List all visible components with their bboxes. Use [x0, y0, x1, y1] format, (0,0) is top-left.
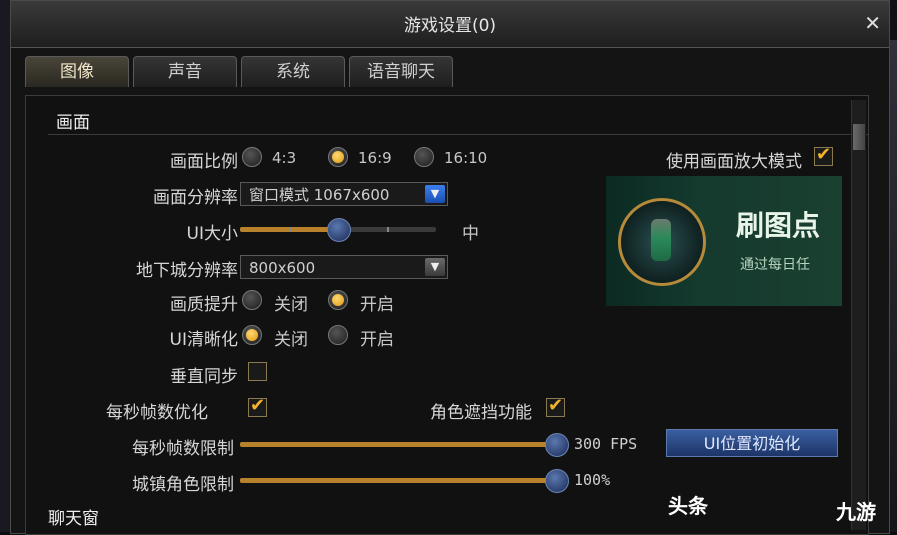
fps-limit-slider-thumb[interactable] [545, 433, 569, 457]
slider-tick [289, 227, 291, 232]
section-title-display: 画面 [56, 113, 90, 133]
watermark-right: 九游 [836, 500, 876, 524]
fps-optimize-label: 每秒帧数优化 [106, 403, 208, 423]
section-divider [48, 134, 868, 135]
dungeon-resolution-label: 地下城分辨率 [136, 261, 238, 281]
ui-size-label: UI大小 [186, 224, 238, 244]
scrollbar[interactable] [851, 100, 866, 530]
banner-subtitle: 通过每日任 [740, 257, 810, 273]
fps-limit-label: 每秒帧数限制 [132, 439, 234, 459]
close-button[interactable]: ✕ [864, 11, 881, 35]
ui-sharpen-label: UI清晰化 [169, 330, 238, 350]
town-character-limit-value: 100% [574, 471, 611, 489]
tab-system[interactable]: 系统 [241, 56, 345, 87]
quality-boost-on-label: 开启 [360, 295, 394, 315]
chevron-down-icon: ▼ [425, 258, 445, 276]
quality-boost-off-radio[interactable] [242, 290, 262, 310]
fps-optimize-checkbox[interactable] [248, 395, 267, 417]
fps-limit-slider[interactable] [240, 433, 569, 457]
resolution-dropdown[interactable]: 窗口模式 1067x600 ▼ [240, 182, 448, 206]
banner-title: 刷图点 [736, 209, 821, 242]
aspect-ratio-16-10-label: 16:10 [444, 149, 488, 167]
tab-graphics[interactable]: 图像 [25, 56, 129, 87]
settings-panel: 画面 画面比例 4:3 16:9 16:10 使用画面放大模式 画面分辨率 窗口… [25, 95, 869, 535]
chevron-down-icon: ▼ [425, 185, 445, 203]
ui-sharpen-off-radio[interactable] [242, 325, 262, 345]
section-title-chat: 聊天窗 [48, 509, 99, 529]
quality-boost-off-label: 关闭 [274, 295, 308, 315]
slider-tick [387, 227, 389, 232]
character-occlusion-label: 角色遮挡功能 [430, 403, 532, 423]
resolution-label: 画面分辨率 [153, 188, 238, 208]
ui-sharpen-off-label: 关闭 [274, 330, 308, 350]
ui-size-slider-thumb[interactable] [327, 218, 351, 242]
zoom-mode-checkbox[interactable] [814, 144, 833, 166]
tab-sound[interactable]: 声音 [133, 56, 237, 87]
fps-limit-value: 300 FPS [574, 435, 638, 453]
town-character-limit-slider-fill [240, 478, 556, 483]
dungeon-resolution-dropdown[interactable]: 800x600 ▼ [240, 255, 448, 279]
ui-sharpen-on-label: 开启 [360, 330, 394, 350]
resolution-value: 窗口模式 1067x600 [249, 186, 390, 204]
tab-voice-chat[interactable]: 语音聊天 [349, 56, 453, 87]
ui-sharpen-on-radio[interactable] [328, 325, 348, 345]
ui-size-slider[interactable] [240, 218, 436, 242]
town-character-limit-slider[interactable] [240, 469, 569, 493]
ui-size-value: 中 [462, 224, 479, 244]
quality-boost-on-radio[interactable] [328, 290, 348, 310]
vsync-checkbox[interactable] [248, 362, 267, 381]
aspect-ratio-16-10-radio[interactable] [414, 147, 434, 167]
quality-boost-label: 画质提升 [170, 295, 238, 315]
vsync-label: 垂直同步 [170, 367, 238, 387]
town-character-limit-slider-thumb[interactable] [545, 469, 569, 493]
aspect-ratio-4-3-radio[interactable] [242, 147, 262, 167]
zoom-mode-label: 使用画面放大模式 [666, 152, 802, 172]
settings-window: 游戏设置(0) ✕ 图像 声音 系统 语音聊天 画面 画面比例 4:3 16:9… [10, 0, 890, 535]
aspect-ratio-16-9-radio[interactable] [328, 147, 348, 167]
character-occlusion-checkbox[interactable] [546, 395, 565, 417]
ui-reset-button[interactable]: UI位置初始化 [666, 429, 838, 457]
title-bar[interactable]: 游戏设置(0) ✕ [11, 1, 889, 48]
promo-banner[interactable]: 刷图点 通过每日任 [606, 176, 842, 306]
dungeon-resolution-value: 800x600 [249, 259, 316, 277]
fps-limit-slider-fill [240, 442, 556, 447]
aspect-ratio-label: 画面比例 [170, 152, 238, 172]
window-title: 游戏设置(0) [403, 16, 497, 36]
town-character-limit-label: 城镇角色限制 [132, 475, 234, 495]
aspect-ratio-4-3-label: 4:3 [272, 149, 297, 167]
aspect-ratio-16-9-label: 16:9 [358, 149, 392, 167]
watermark-left: 头条 [668, 494, 708, 518]
potion-icon [618, 198, 706, 286]
scrollbar-thumb[interactable] [853, 124, 865, 150]
